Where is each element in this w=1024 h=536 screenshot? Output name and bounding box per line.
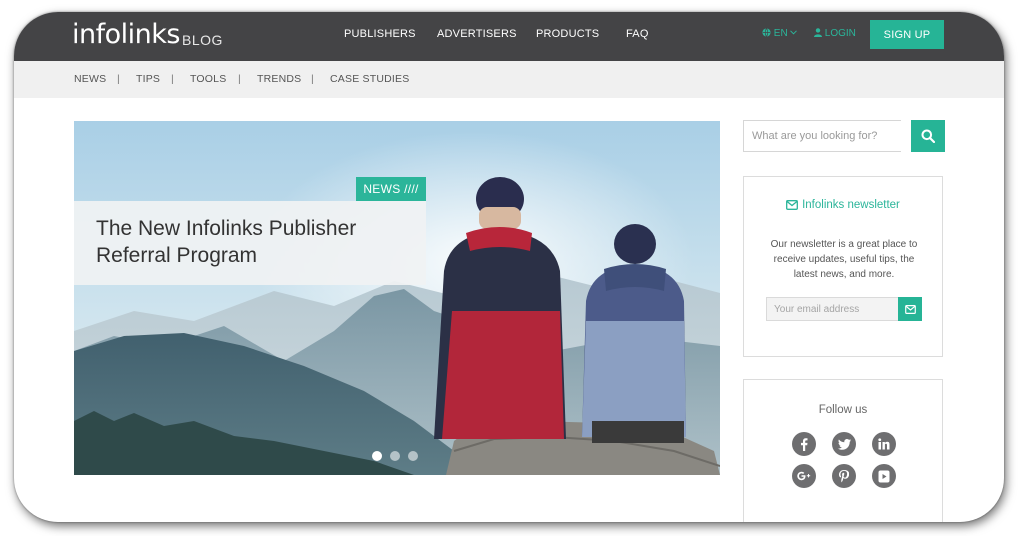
newsletter-description: Our newsletter is a great place to recei… <box>770 239 918 280</box>
top-navbar: infolinks BLOG PUBLISHERS ADVERTISERS PR… <box>14 12 1004 61</box>
newsletter-title: Infolinks newsletter <box>744 199 942 211</box>
email-field[interactable] <box>766 297 898 321</box>
hero-image <box>74 121 720 475</box>
signup-button[interactable]: SIGN UP <box>870 20 944 49</box>
twitter-icon[interactable] <box>832 432 856 456</box>
search-input[interactable] <box>743 120 901 152</box>
slider-dot[interactable] <box>390 451 400 461</box>
language-selector[interactable]: EN <box>762 28 798 39</box>
nav-separator: | <box>117 73 120 85</box>
nav-advertisers[interactable]: ADVERTISERS <box>437 28 517 40</box>
search-button[interactable] <box>911 120 945 152</box>
envelope-icon <box>904 304 916 314</box>
category-nav: NEWS | TIPS | TOOLS | TRENDS | CASE STUD… <box>14 61 1004 98</box>
nav-separator: | <box>311 73 314 85</box>
follow-widget: Follow us <box>743 379 943 522</box>
browser-frame: infolinks BLOG PUBLISHERS ADVERTISERS PR… <box>14 12 1004 522</box>
pinterest-icon[interactable] <box>832 464 856 488</box>
search-icon <box>921 129 935 143</box>
globe-icon <box>762 28 771 37</box>
chevron-down-icon <box>790 30 798 35</box>
youtube-icon[interactable] <box>872 464 896 488</box>
language-label: EN <box>773 28 788 39</box>
newsletter-title-text: Infolinks newsletter <box>802 199 900 211</box>
follow-title: Follow us <box>818 404 868 416</box>
linkedin-icon[interactable] <box>872 432 896 456</box>
category-news[interactable]: NEWS <box>74 73 106 85</box>
article-title[interactable]: The New Infolinks Publisher Referral Pro… <box>96 215 416 269</box>
category-trends[interactable]: TRENDS <box>257 73 301 85</box>
nav-faq[interactable]: FAQ <box>626 28 649 40</box>
category-tools[interactable]: TOOLS <box>190 73 226 85</box>
login-link[interactable]: LOGIN <box>814 28 856 39</box>
slider-dot[interactable] <box>408 451 418 461</box>
slider-dot[interactable] <box>372 451 382 461</box>
logo-subtitle: BLOG <box>182 32 223 48</box>
nav-separator: | <box>171 73 174 85</box>
headline-card[interactable]: The New Infolinks Publisher Referral Pro… <box>74 201 426 285</box>
category-case-studies[interactable]: CASE STUDIES <box>330 73 409 85</box>
newsletter-widget: Infolinks newsletter Our newsletter is a… <box>743 176 943 357</box>
subscribe-button[interactable] <box>898 297 922 321</box>
nav-separator: | <box>238 73 241 85</box>
user-icon <box>814 28 822 37</box>
hero-slider[interactable]: NEWS //// The New Infolinks Publisher Re… <box>74 121 720 475</box>
nav-products[interactable]: PRODUCTS <box>536 28 599 40</box>
envelope-icon <box>786 200 799 210</box>
facebook-icon[interactable] <box>792 432 816 456</box>
category-badge[interactable]: NEWS //// <box>356 177 426 201</box>
site-logo[interactable]: infolinks <box>72 20 180 50</box>
nav-publishers[interactable]: PUBLISHERS <box>344 28 416 40</box>
category-tips[interactable]: TIPS <box>136 73 160 85</box>
login-label: LOGIN <box>824 28 856 39</box>
google-plus-icon[interactable] <box>792 464 816 488</box>
